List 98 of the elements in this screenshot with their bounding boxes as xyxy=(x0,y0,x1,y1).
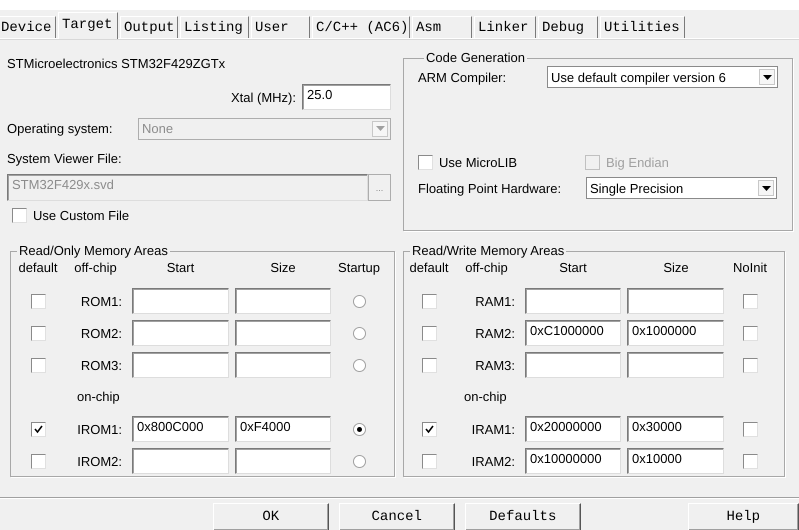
column-header: Size xyxy=(269,259,297,277)
field-label: Operating system: xyxy=(7,121,114,136)
ok-button[interactable]: OK xyxy=(213,503,328,530)
caret-icon xyxy=(762,74,772,80)
checkbox[interactable] xyxy=(30,422,46,436)
field-label: ARM Compiler: xyxy=(418,70,508,84)
checkbox-label: Use MicroLIB xyxy=(439,154,518,170)
group-title: Read/Write Memory Areas xyxy=(411,244,566,258)
group-title: Code Generation xyxy=(425,51,526,65)
input-field[interactable]: 0x10000000 xyxy=(525,448,621,474)
checkbox[interactable] xyxy=(30,358,46,372)
checkbox[interactable] xyxy=(742,294,758,308)
caret-icon xyxy=(376,126,384,131)
checkbox[interactable] xyxy=(742,422,758,436)
row-label: IROM1: xyxy=(76,420,123,438)
tab[interactable]: Listing xyxy=(180,16,249,38)
checkbox[interactable] xyxy=(12,208,27,223)
row-label: IRAM1: xyxy=(470,420,516,438)
row-label: IROM2: xyxy=(76,452,123,470)
input-field[interactable] xyxy=(525,352,621,378)
radio-button[interactable] xyxy=(352,326,366,340)
row-label: RAM1: xyxy=(474,292,516,310)
checkbox[interactable] xyxy=(422,454,436,468)
checkbox[interactable] xyxy=(422,358,436,372)
checkbox-label: Use Custom File xyxy=(33,208,130,223)
caret-icon xyxy=(762,186,770,190)
input-field[interactable] xyxy=(132,448,229,474)
section-label: on-chip xyxy=(463,388,508,406)
input-field[interactable] xyxy=(627,352,724,378)
input-field[interactable]: 25.0 xyxy=(302,84,391,110)
input-field[interactable]: 0x30000 xyxy=(627,416,724,442)
cancel-button[interactable]: Cancel xyxy=(338,503,455,530)
group-title: Read/Only Memory Areas xyxy=(18,244,169,258)
column-header: default xyxy=(17,259,59,277)
row-label: ROM1: xyxy=(80,292,123,310)
input-field[interactable]: 0x1000000 xyxy=(627,320,724,346)
section-label: on-chip xyxy=(76,388,121,406)
column-header: Size xyxy=(662,259,690,277)
input-field[interactable]: 0xC1000000 xyxy=(525,320,621,346)
checkbox-label: Big Endian xyxy=(606,154,669,170)
tab[interactable]: Linker xyxy=(474,16,536,38)
input-field[interactable]: 0x10000 xyxy=(627,448,724,474)
tab[interactable]: Asm xyxy=(412,16,472,38)
input-field[interactable]: 0x800C000 xyxy=(132,416,229,442)
input-field[interactable] xyxy=(132,320,229,346)
checkbox[interactable] xyxy=(422,294,436,308)
checkbox[interactable] xyxy=(30,294,46,308)
input-field[interactable] xyxy=(627,288,724,314)
column-header: off-chip xyxy=(464,259,509,277)
column-header: NoInit xyxy=(732,259,768,277)
radio-button[interactable] xyxy=(352,454,366,468)
checkbox[interactable] xyxy=(30,326,46,340)
radio-button[interactable] xyxy=(352,294,366,308)
device-name: STMicroelectronics STM32F429ZGTx xyxy=(7,56,226,72)
tab[interactable]: C/C++ (AC6) xyxy=(312,16,410,38)
column-header: Start xyxy=(166,259,196,277)
checkbox[interactable] xyxy=(742,454,758,468)
input-field[interactable] xyxy=(235,288,331,314)
tab[interactable]: Device xyxy=(0,16,56,38)
input-field[interactable] xyxy=(235,320,331,346)
radio-button[interactable] xyxy=(352,422,366,436)
dropdown[interactable]: Single Precision xyxy=(586,177,777,199)
dropdown[interactable]: Use default compiler version 6 xyxy=(547,66,778,88)
tab[interactable]: Utilities xyxy=(600,16,685,38)
row-label: IRAM2: xyxy=(470,452,516,470)
column-header: off-chip xyxy=(73,259,118,277)
field-label: Floating Point Hardware: xyxy=(418,180,562,196)
column-header: default xyxy=(408,259,450,277)
checkmark-icon xyxy=(424,424,434,434)
checkbox[interactable] xyxy=(422,326,436,340)
input-field[interactable]: 0x20000000 xyxy=(525,416,621,442)
help-button[interactable]: Help xyxy=(688,503,799,530)
row-label: ROM3: xyxy=(80,356,123,374)
tab[interactable]: Output xyxy=(120,16,178,38)
checkbox[interactable] xyxy=(418,154,433,170)
checkbox[interactable] xyxy=(742,358,758,372)
checkmark-icon xyxy=(34,424,42,434)
input-field[interactable] xyxy=(235,352,331,378)
column-header: Startup xyxy=(337,259,381,277)
input-field[interactable]: 0xF4000 xyxy=(235,416,331,442)
field-label: System Viewer File: xyxy=(7,151,123,167)
checkbox[interactable] xyxy=(30,454,46,468)
row-label: RAM3: xyxy=(474,356,516,374)
defaults-button[interactable]: Defaults xyxy=(465,503,580,530)
field-label: Xtal (MHz): xyxy=(231,90,296,104)
tab[interactable]: Target xyxy=(58,12,118,39)
column-header: Start xyxy=(558,259,588,277)
row-label: RAM2: xyxy=(474,324,516,342)
row-label: ROM2: xyxy=(80,324,123,342)
tab[interactable]: Debug xyxy=(538,16,598,38)
input-field[interactable] xyxy=(132,352,229,378)
input-field[interactable] xyxy=(235,448,331,474)
radio-button[interactable] xyxy=(352,358,366,372)
input-field[interactable] xyxy=(525,288,621,314)
input-field[interactable] xyxy=(132,288,229,314)
checkbox[interactable] xyxy=(742,326,758,340)
checkbox[interactable] xyxy=(422,422,436,436)
tab[interactable]: User xyxy=(251,16,310,38)
